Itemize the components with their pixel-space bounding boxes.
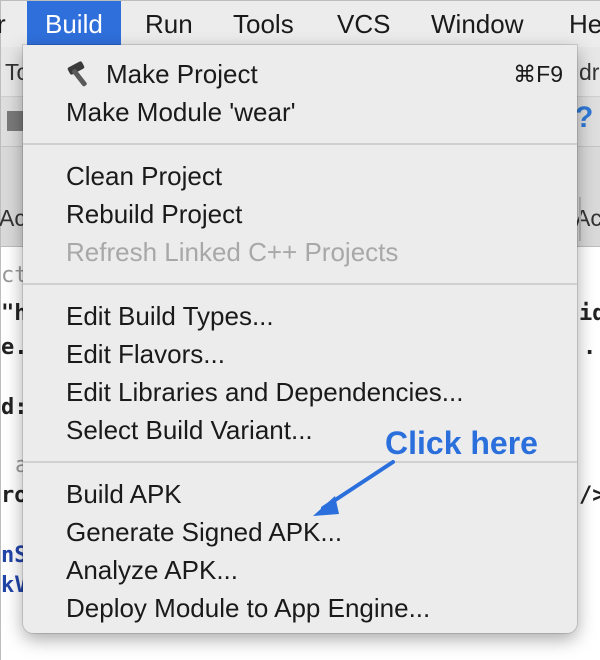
tab-divider [579,197,581,241]
menu-item-label: Build APK [66,479,182,509]
menu-item-clean-project[interactable]: Clean Project [23,157,577,195]
editor-line-right: id [579,301,600,326]
menu-item-build-apk[interactable]: Build APK [23,475,577,513]
menu-item-label: Select Build Variant... [66,415,313,445]
click-here-annotation: Click here [385,425,538,461]
menu-item-label: Edit Build Types... [66,301,274,331]
menu-build[interactable]: Build [27,1,121,47]
tab-left-partial[interactable]: Ac [0,205,26,232]
menu-item-make-module[interactable]: Make Module 'wear' [23,93,577,131]
annotation-arrow-icon [313,460,395,516]
menu-item-make-project[interactable]: Make Project ⌘F9 [23,55,577,93]
menu-run[interactable]: Run [145,1,193,47]
menu-separator [23,283,577,285]
toolbar-text-right: dr [579,59,600,85]
menu-item-analyze-apk[interactable]: Analyze APK... [23,551,577,589]
menu-item-edit-libraries[interactable]: Edit Libraries and Dependencies... [23,373,577,411]
build-menu-dropdown: Make Project ⌘F9 Make Module 'wear' Clea… [23,45,577,633]
menu-item-edit-build-types[interactable]: Edit Build Types... [23,297,577,335]
menu-tools[interactable]: Tools [233,1,294,47]
menu-item-deploy-app-engine[interactable]: Deploy Module to App Engine... [23,589,577,627]
menu-item-label: Analyze APK... [66,555,238,585]
menu-window[interactable]: Window [431,1,523,47]
menu-separator [23,143,577,145]
menu-vcs[interactable]: VCS [337,1,390,47]
menu-item-refresh-linked-cpp: Refresh Linked C++ Projects [23,233,577,271]
menu-item-label: Rebuild Project [66,199,243,229]
menu-item-label: Make Module 'wear' [66,97,296,127]
menu-item-label: Edit Flavors... [66,339,225,369]
menu-item-label: Deploy Module to App Engine... [66,593,431,623]
menu-item-label: Clean Project [66,161,223,191]
shortcut-label: ⌘F9 [513,61,563,87]
menu-item-label: Refresh Linked C++ Projects [66,237,399,267]
menu-item-rebuild-project[interactable]: Rebuild Project [23,195,577,233]
menu-item-generate-signed-apk[interactable]: Generate Signed APK... [23,513,577,551]
editor-line-right: /> [579,483,600,508]
menu-file-partial[interactable]: r [0,1,6,47]
question-icon[interactable]: ? [575,101,593,135]
menu-bar: r Build Run Tools VCS Window He [0,1,600,47]
menu-help-partial[interactable]: He [569,1,600,47]
menu-item-label: Edit Libraries and Dependencies... [66,377,464,407]
editor-line-right: . [583,335,597,360]
hammer-icon [67,61,87,87]
menu-item-edit-flavors[interactable]: Edit Flavors... [23,335,577,373]
